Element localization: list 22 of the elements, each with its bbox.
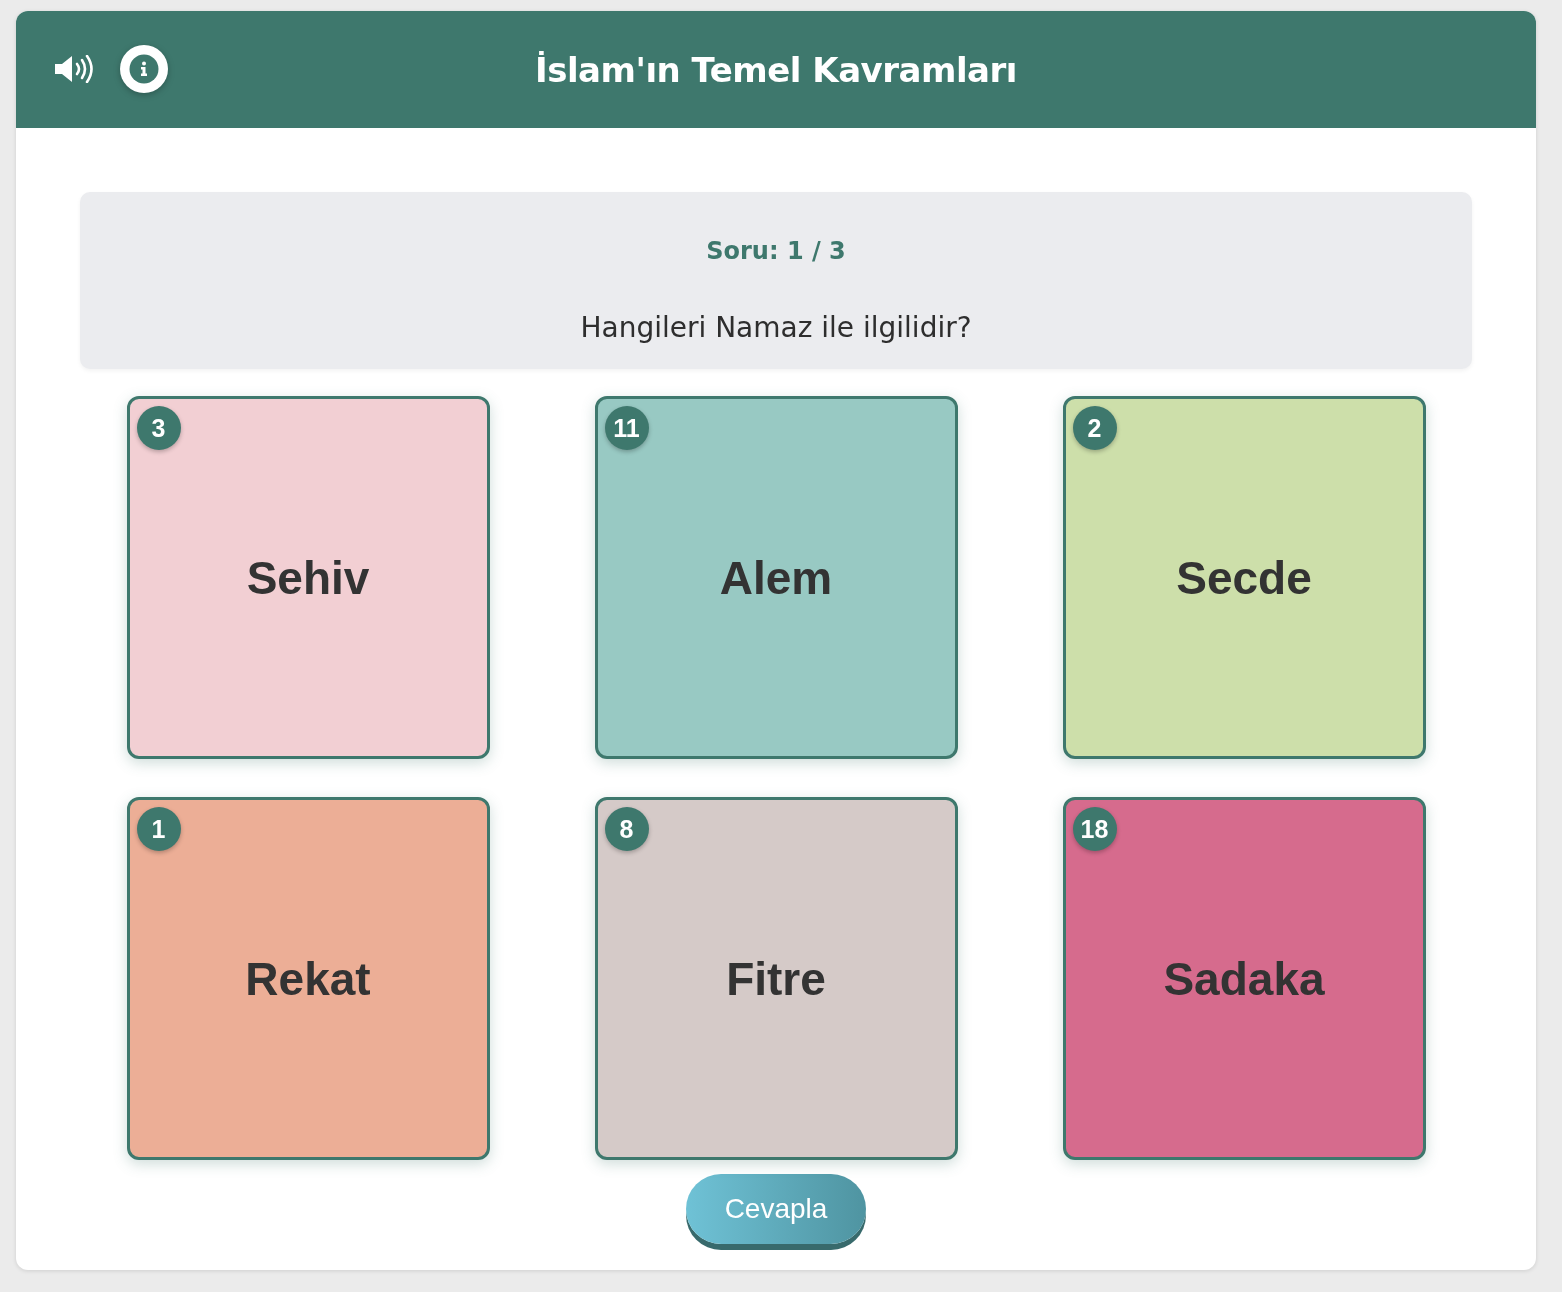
answer-tile[interactable]: 18 Sadaka xyxy=(1062,797,1426,1160)
tile-word: Secde xyxy=(1176,550,1312,605)
tile-word: Rekat xyxy=(245,951,371,1006)
info-icon[interactable] xyxy=(120,45,168,93)
tile-word: Fitre xyxy=(726,951,826,1006)
number-badge: 11 xyxy=(604,406,649,450)
app-title: İslam'ın Temel Kavramları xyxy=(535,49,1017,90)
number-badge: 3 xyxy=(136,406,181,450)
tile-word: Sehiv xyxy=(246,550,370,605)
tile-word: Sadaka xyxy=(1163,951,1325,1006)
answer-tile[interactable]: 8 Fitre xyxy=(594,797,958,1160)
number-badge: 8 xyxy=(604,807,649,851)
answer-tile[interactable]: 1 Rekat xyxy=(126,797,490,1160)
number-badge: 1 xyxy=(136,807,181,851)
answer-tile[interactable]: 2 Secde xyxy=(1062,396,1426,759)
question-text: Hangileri Namaz ile ilgilidir? xyxy=(580,310,972,346)
number-badge: 2 xyxy=(1072,406,1117,450)
question-counter: Soru: 1 / 3 xyxy=(706,236,846,267)
answer-tile[interactable]: 3 Sehiv xyxy=(126,396,490,759)
tile-word: Alem xyxy=(719,550,833,605)
number-badge: 18 xyxy=(1072,807,1117,851)
answer-tile[interactable]: 11 Alem xyxy=(594,396,958,759)
